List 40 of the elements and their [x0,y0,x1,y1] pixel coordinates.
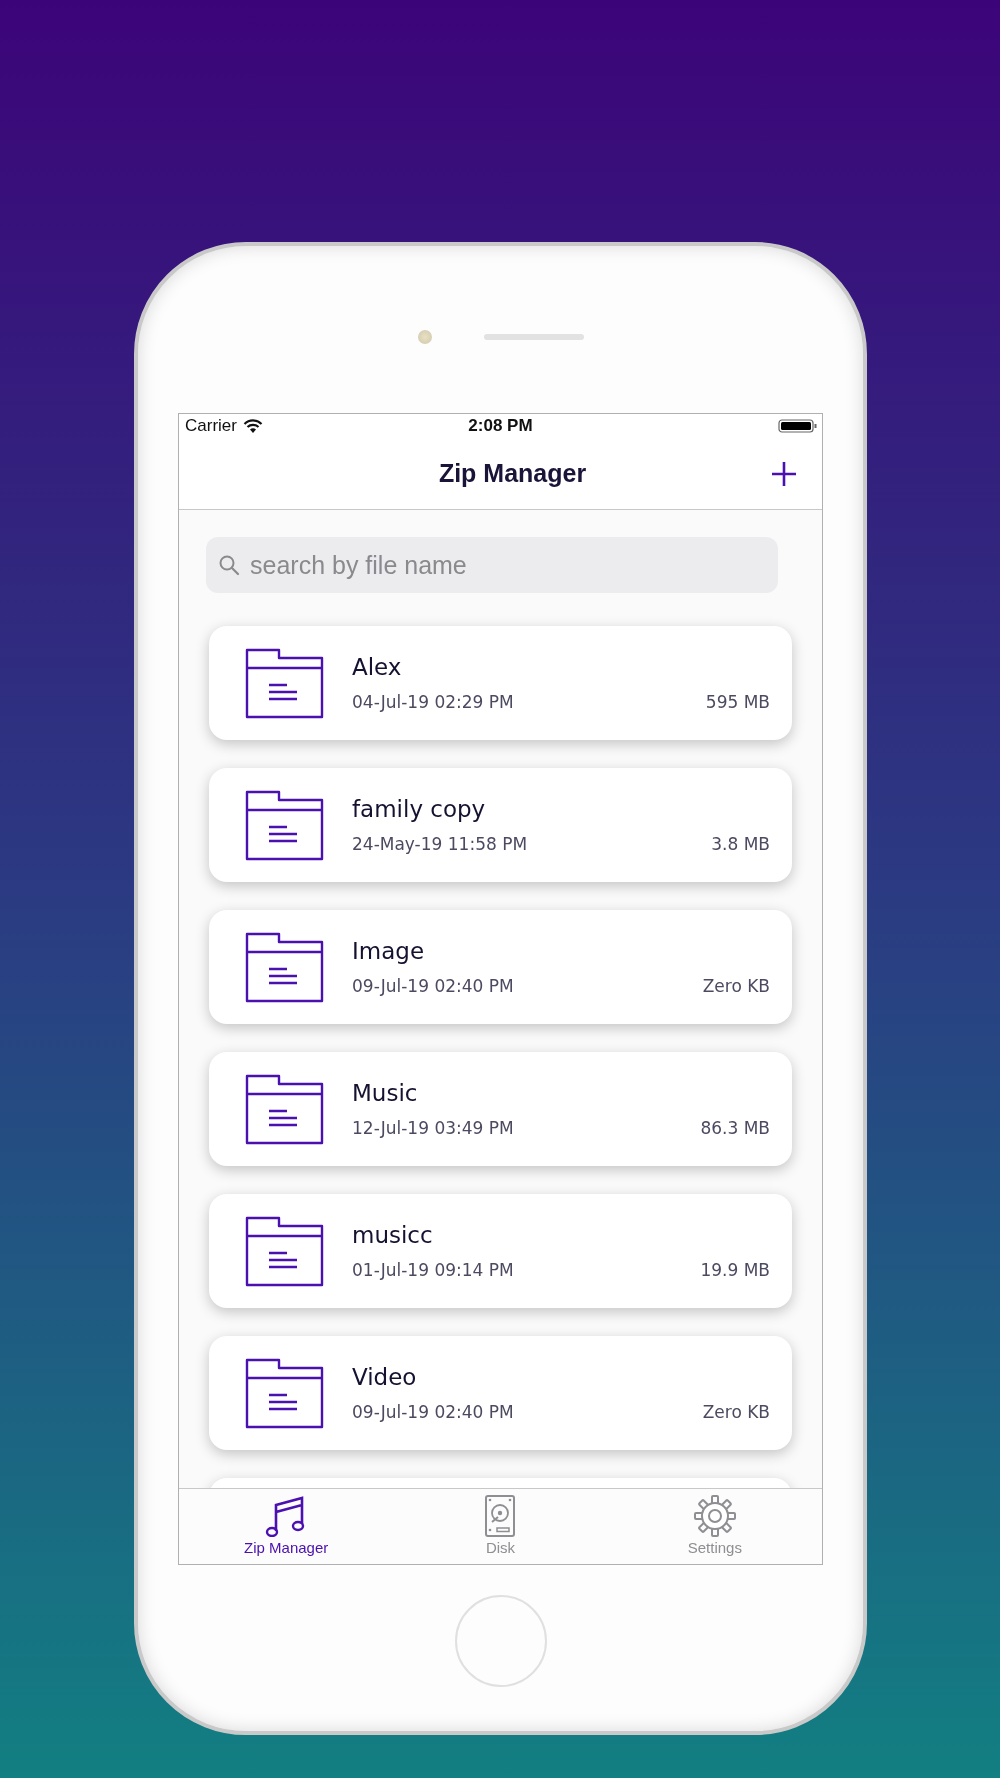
file-name: Music [352,1080,419,1106]
search-icon [218,554,240,576]
file-name: family copy [352,796,487,822]
folder-icon [245,1357,324,1429]
camera-lens [417,329,432,344]
file-size: 86.3 MB [700,1118,770,1138]
file-name: Alex [352,654,403,680]
file-name: musicc [352,1222,434,1248]
file-date: 09-Jul-19 02:40 PM [352,1402,514,1422]
screen-title: Zip Manager [437,459,588,488]
file-card[interactable]: Alex 04-Jul-19 02:29 PM 595 MB [209,626,792,740]
file-date: 04-Jul-19 02:29 PM [352,692,514,712]
file-name: Video [352,1364,418,1390]
tab-button[interactable]: Zip Manager [206,1489,367,1564]
file-size: Zero KB [702,1402,770,1422]
file-date: 01-Jul-19 09:14 PM [352,1260,514,1280]
folder-icon [245,1215,324,1287]
file-size: Zero KB [702,976,770,996]
file-card[interactable]: Image 09-Jul-19 02:40 PM Zero KB [209,910,792,1024]
folder-icon [245,789,324,861]
add-icon[interactable] [770,459,798,488]
file-date: 09-Jul-19 02:40 PM [352,976,514,996]
folder-icon [245,931,324,1003]
status-time: 2:08 PM [468,416,533,436]
folder-icon [245,1073,324,1145]
file-card[interactable]: Video 09-Jul-19 02:40 PM Zero KB [209,1336,792,1450]
folder-icon [245,647,324,719]
file-date: 12-Jul-19 03:49 PM [352,1118,514,1138]
file-size: 19.9 MB [700,1260,770,1280]
wifi-icon [242,418,263,434]
carrier-label: Carrier [185,416,237,436]
file-date: 24-May-19 11:58 PM [352,834,528,854]
file-card[interactable]: musicc 01-Jul-19 09:14 PM 19.9 MB [209,1194,792,1308]
file-size: 3.8 MB [711,834,770,854]
file-card[interactable]: family copy 24-May-19 11:58 PM 3.8 MB [209,768,792,882]
settings-icon [692,1495,737,1537]
battery-icon [778,418,818,434]
file-size: 595 MB [705,692,770,712]
file-card[interactable]: Music 12-Jul-19 03:49 PM 86.3 MB [209,1052,792,1166]
file-name: Image [352,938,426,964]
